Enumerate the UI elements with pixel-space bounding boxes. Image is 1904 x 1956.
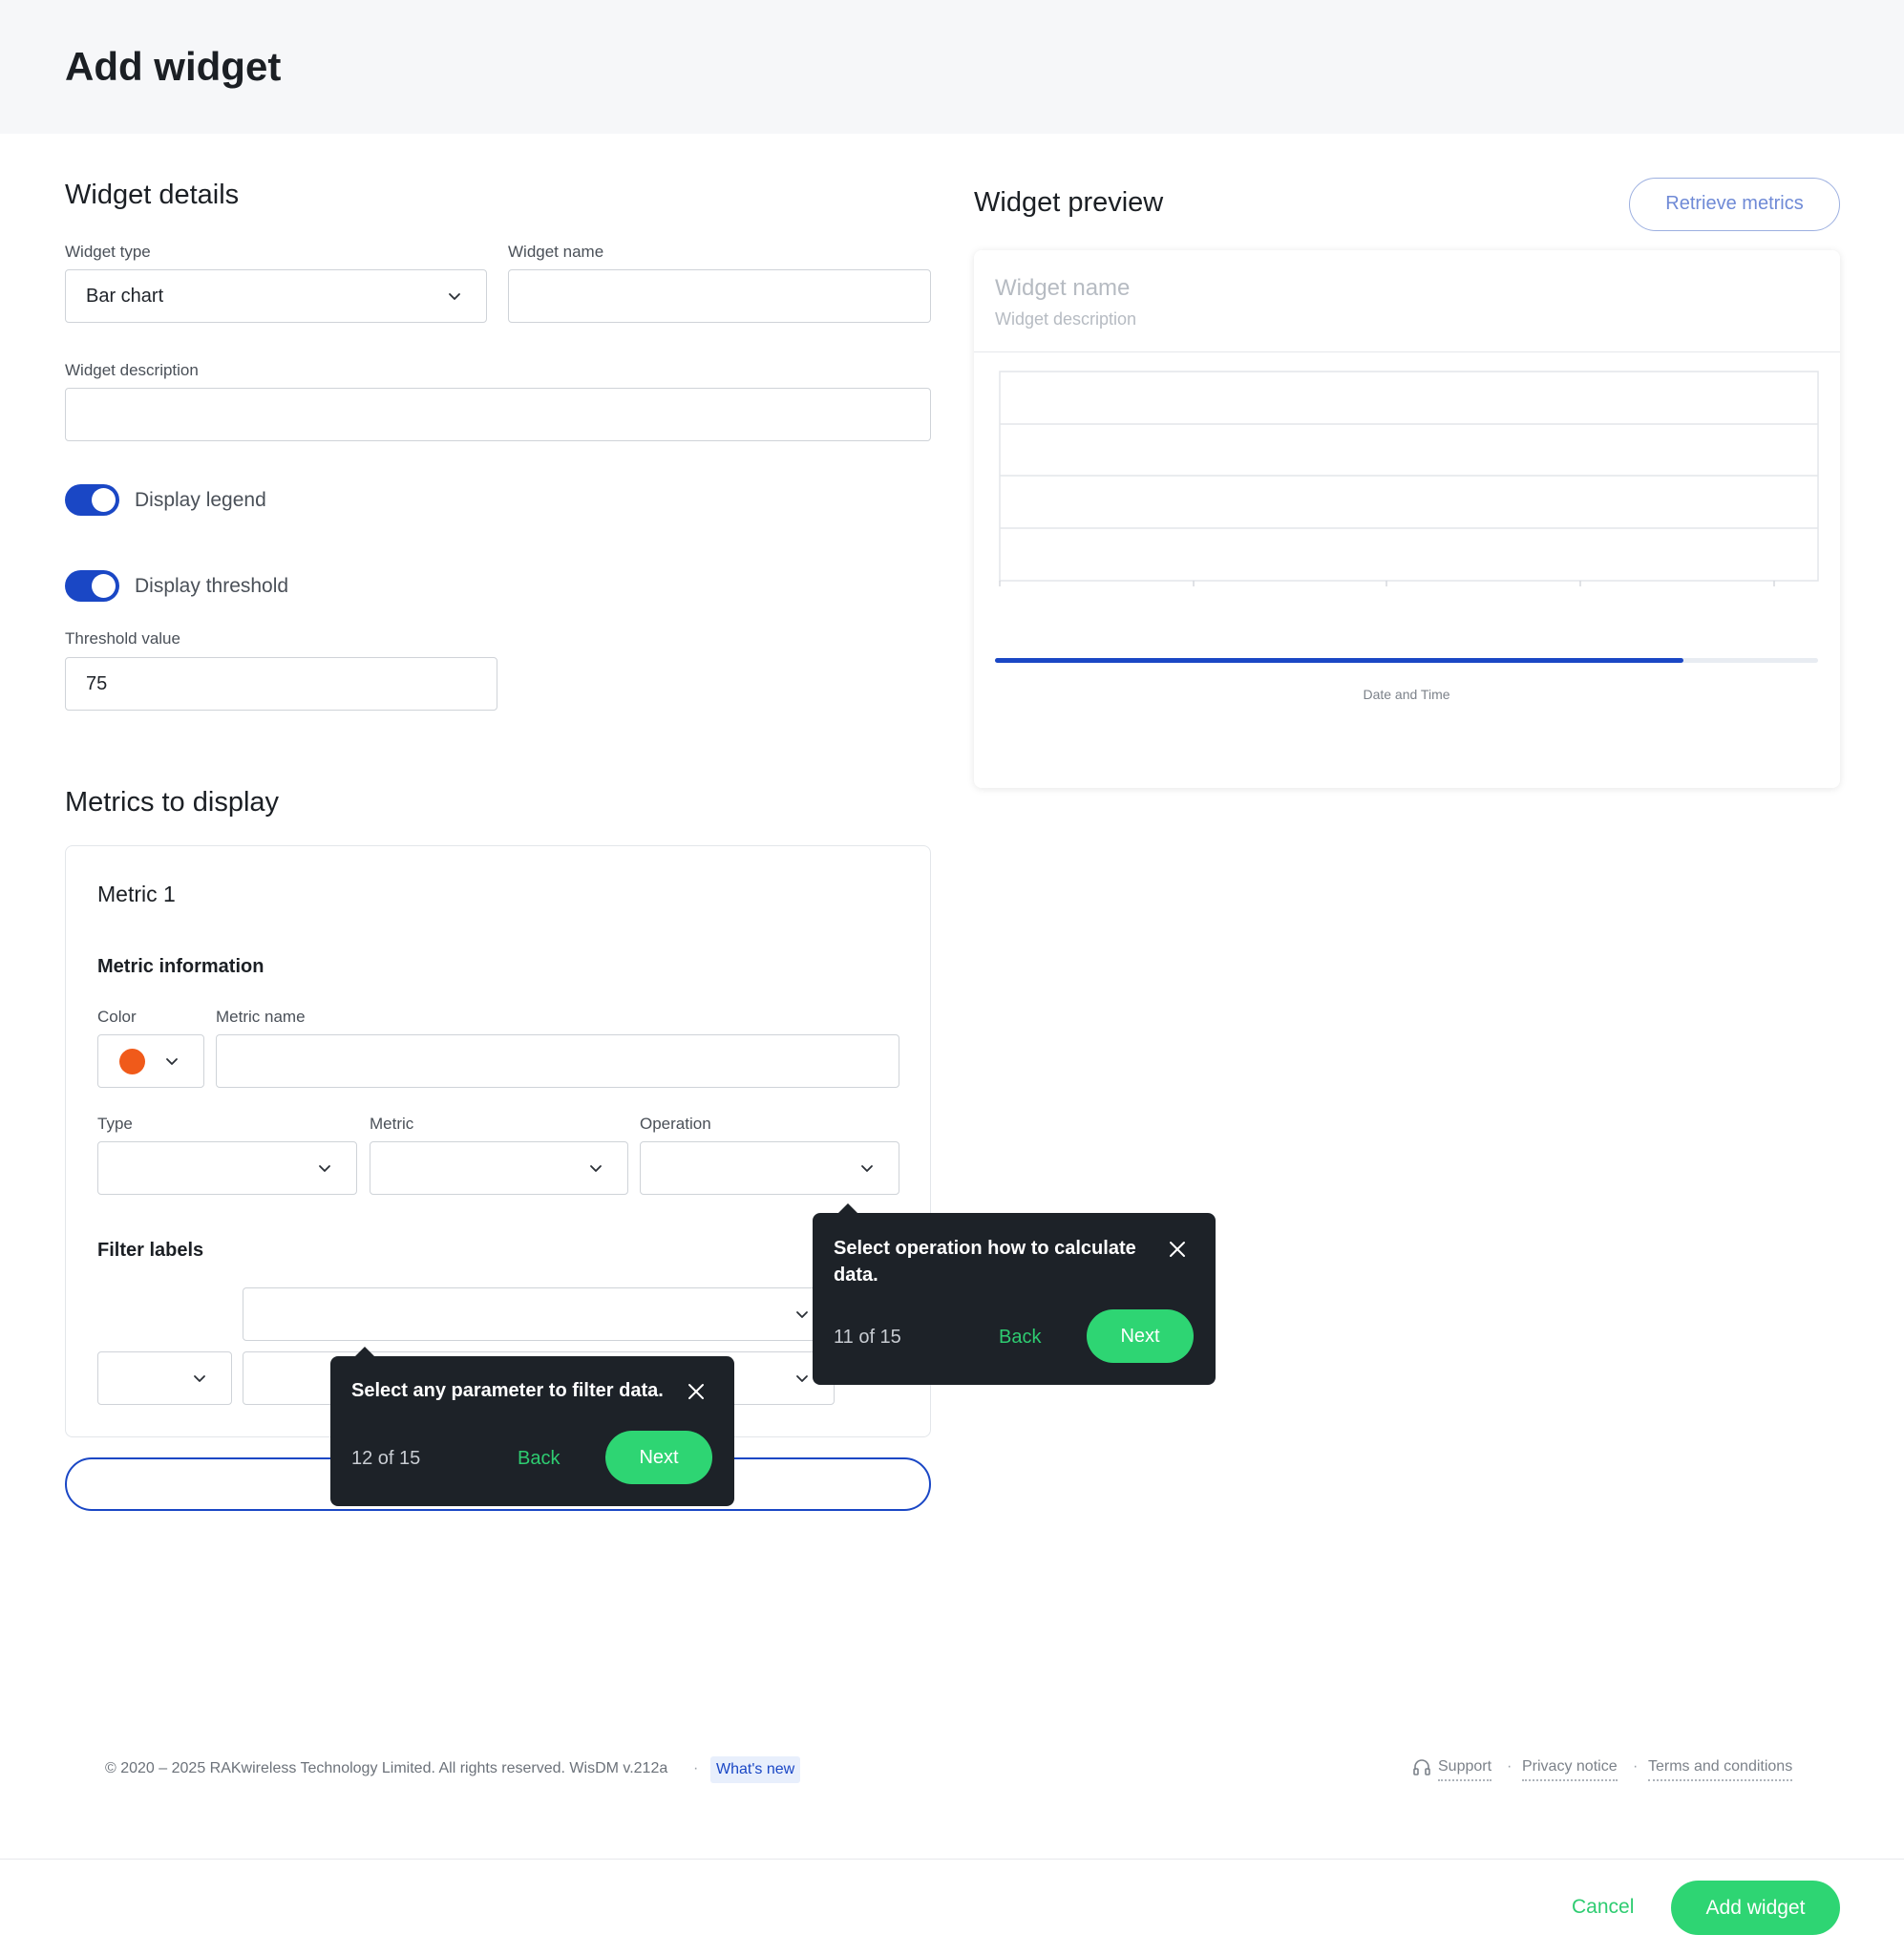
terms-link[interactable]: Terms and conditions (1648, 1758, 1793, 1781)
tour-operation-next-button[interactable]: Next (1087, 1309, 1194, 1363)
whats-new-link[interactable]: What's new (710, 1756, 801, 1783)
color-swatch (119, 1049, 145, 1074)
metric-select[interactable] (370, 1141, 628, 1195)
tour-operation-step: 11 of 15 (834, 1327, 901, 1348)
threshold-value: 75 (86, 673, 108, 694)
operation-select[interactable] (640, 1141, 899, 1195)
add-widget-button[interactable]: Add widget (1671, 1881, 1840, 1935)
metric-card-title: Metric 1 (97, 882, 176, 906)
color-select[interactable] (97, 1034, 204, 1088)
metric-card: Metric 1 Metric information Color Metric… (65, 845, 931, 1437)
footer-separator: · (693, 1760, 699, 1776)
close-icon[interactable] (1166, 1238, 1189, 1261)
footer-copyright: © 2020 – 2025 RAKwireless Technology Lim… (105, 1760, 668, 1776)
metric-name-input[interactable] (216, 1034, 899, 1088)
tooltip-arrow (354, 1347, 375, 1357)
metric-name-label: Metric name (216, 1008, 306, 1026)
widget-description-input[interactable] (65, 388, 931, 441)
footer-separator: · (1507, 1758, 1513, 1775)
close-icon[interactable] (685, 1380, 708, 1403)
widget-name-label: Widget name (508, 243, 604, 261)
chevron-down-icon (316, 1159, 333, 1177)
color-label: Color (97, 1008, 137, 1026)
tour-tooltip-operation: Select operation how to calculate data. … (813, 1203, 1216, 1385)
tour-filter-back-button[interactable]: Back (518, 1448, 560, 1470)
metric-information-title: Metric information (97, 956, 264, 977)
chevron-down-icon (191, 1370, 208, 1387)
tour-filter-step: 12 of 15 (351, 1448, 421, 1469)
chevron-down-icon (163, 1052, 180, 1070)
display-legend-toggle[interactable] (65, 484, 119, 516)
metrics-title: Metrics to display (65, 787, 280, 818)
tour-filter-text: Select any parameter to filter data. (351, 1380, 664, 1401)
display-threshold-label: Display threshold (135, 575, 289, 597)
page-header: Add widget (0, 0, 1904, 134)
tour-filter-next-button[interactable]: Next (605, 1431, 712, 1484)
range-slider-fill (995, 658, 1683, 663)
widget-type-label: Widget type (65, 243, 151, 261)
toggle-knob (92, 574, 116, 598)
preview-chart: Date and Time (995, 371, 1819, 702)
widget-description-label: Widget description (65, 361, 199, 379)
x-axis-label: Date and Time (1363, 687, 1449, 702)
tour-operation-back-button[interactable]: Back (999, 1327, 1041, 1349)
operation-label: Operation (640, 1115, 711, 1133)
cancel-button[interactable]: Cancel (1572, 1896, 1634, 1919)
tour-tooltip-filter: Select any parameter to filter data. 12 … (330, 1347, 734, 1506)
tour-operation-text: Select operation how to calculate data. (834, 1238, 1136, 1286)
type-label: Type (97, 1115, 133, 1133)
privacy-notice-link[interactable]: Privacy notice (1522, 1758, 1618, 1781)
widget-type-value: Bar chart (86, 286, 164, 307)
widget-preview-title: Widget preview (974, 187, 1164, 218)
retrieve-metrics-button[interactable]: Retrieve metrics (1629, 178, 1840, 231)
filter-label-select[interactable] (243, 1287, 835, 1341)
widget-details-title: Widget details (65, 180, 240, 210)
widget-preview-card: Widget name Widget description Date and … (974, 250, 1840, 788)
chevron-down-icon (446, 287, 463, 305)
chevron-down-icon (793, 1370, 811, 1387)
toggle-knob (92, 488, 116, 512)
chevron-down-icon (793, 1306, 811, 1323)
chevron-down-icon (587, 1159, 604, 1177)
display-threshold-toggle[interactable] (65, 570, 119, 602)
page-title: Add widget (65, 44, 282, 89)
threshold-value-input[interactable]: 75 (65, 657, 497, 711)
footer-separator: · (1633, 1758, 1639, 1775)
widget-name-input[interactable] (508, 269, 931, 323)
headset-icon (1411, 1757, 1432, 1778)
type-select[interactable] (97, 1141, 357, 1195)
threshold-value-label: Threshold value (65, 629, 180, 648)
filter-operator-select[interactable] (97, 1351, 232, 1405)
chevron-down-icon (858, 1159, 876, 1177)
filter-labels-title: Filter labels (97, 1240, 204, 1261)
tooltip-arrow (837, 1203, 858, 1214)
display-legend-label: Display legend (135, 489, 266, 511)
support-link[interactable]: Support (1438, 1758, 1492, 1781)
metric-label: Metric (370, 1115, 414, 1133)
widget-type-select[interactable]: Bar chart (65, 269, 487, 323)
